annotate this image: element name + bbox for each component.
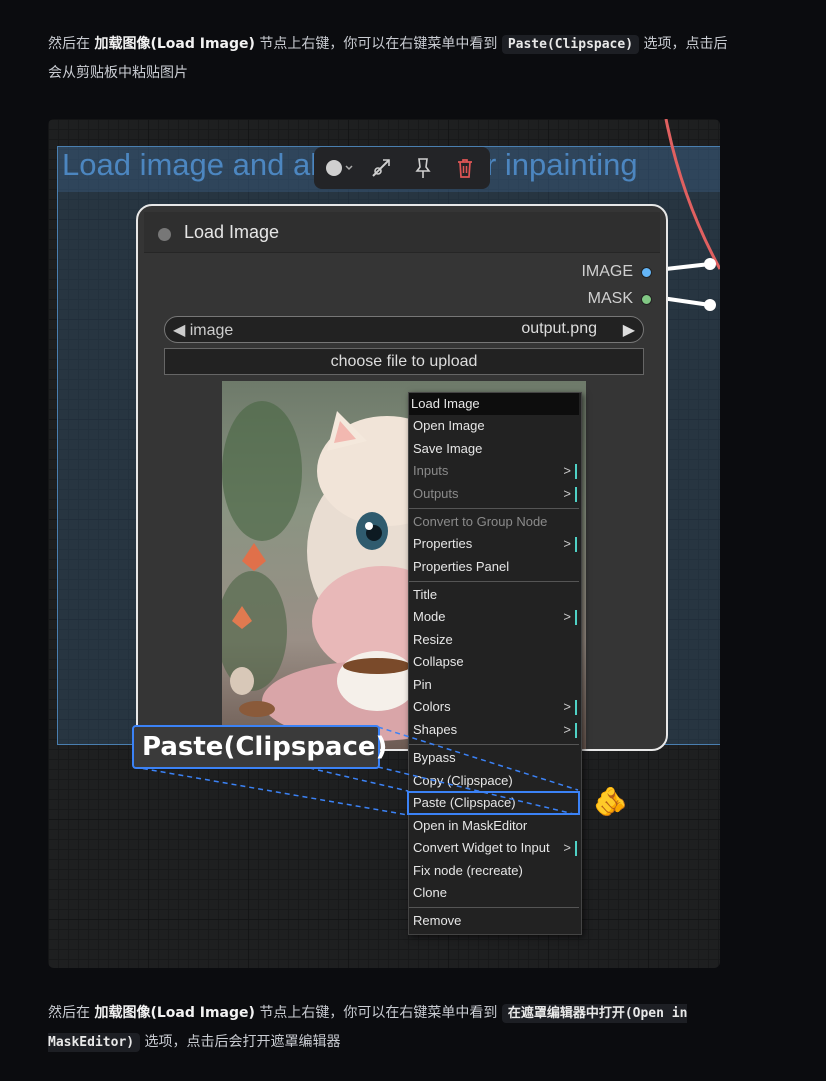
output-image[interactable]: IMAGE xyxy=(581,263,652,281)
menu-separator xyxy=(409,744,579,745)
inline-code: Paste(Clipspace) xyxy=(501,35,640,54)
node-name-bold: 加载图像(Load Image) xyxy=(94,1005,255,1021)
menu-item-bypass[interactable]: Bypass xyxy=(409,747,579,769)
bypass-icon[interactable] xyxy=(362,153,400,183)
paragraph-text: 节点上右键，你可以在右键菜单中看到 xyxy=(254,36,502,52)
pin-icon[interactable] xyxy=(404,153,442,183)
menu-item-outputs[interactable]: Outputs > xyxy=(409,483,579,505)
menu-item-convert-to-group-node[interactable]: Convert to Group Node xyxy=(409,511,579,533)
menu-item-shapes[interactable]: Shapes > xyxy=(409,719,579,741)
menu-separator xyxy=(409,907,579,908)
pointing-hand-icon: 🫵 xyxy=(593,785,628,818)
menu-title: Load Image xyxy=(409,393,579,415)
output-label: MASK xyxy=(587,290,633,307)
menu-item-mode[interactable]: Mode > xyxy=(409,606,579,628)
menu-item-collapse[interactable]: Collapse xyxy=(409,651,579,673)
paste-highlight-box xyxy=(407,791,580,815)
color-picker-icon[interactable] xyxy=(320,153,358,183)
node-title: Load Image xyxy=(184,222,280,242)
menu-item-properties-panel[interactable]: Properties Panel xyxy=(409,556,579,578)
node-header[interactable]: Load Image xyxy=(144,212,660,253)
upload-button[interactable]: choose file to upload xyxy=(164,348,644,375)
output-label: IMAGE xyxy=(581,263,633,280)
comfyui-canvas[interactable]: Load image and alpha mask for inpainting… xyxy=(48,119,720,968)
menu-item-pin[interactable]: Pin xyxy=(409,674,579,696)
menu-item-colors[interactable]: Colors > xyxy=(409,696,579,718)
menu-item-clone[interactable]: Clone xyxy=(409,882,579,904)
menu-item-remove[interactable]: Remove xyxy=(409,910,579,932)
output-socket[interactable] xyxy=(641,266,652,278)
instruction-paragraph-2: 然后在 加载图像(Load Image) 节点上右键，你可以在右键菜单中看到 在… xyxy=(48,999,728,1057)
paragraph-text: 选项，点击后会打开遮罩编辑器 xyxy=(140,1034,341,1050)
menu-item-copy-clipspace[interactable]: Copy (Clipspace) xyxy=(409,770,579,792)
context-menu: Load Image Open Image Save Image Inputs >… xyxy=(408,392,582,935)
paragraph-text: 节点上右键，你可以在右键菜单中看到 xyxy=(254,1005,502,1021)
menu-item-inputs[interactable]: Inputs > xyxy=(409,460,579,482)
selection-toolbar xyxy=(314,147,490,189)
delete-icon[interactable] xyxy=(446,153,484,183)
menu-separator xyxy=(409,508,579,509)
menu-item-open-image[interactable]: Open Image xyxy=(409,415,579,437)
paragraph-text: 然后在 xyxy=(48,1005,95,1021)
paste-clipspace-callout: Paste(Clipspace) xyxy=(132,725,387,769)
menu-item-open-in-maskeditor[interactable]: Open in MaskEditor xyxy=(409,815,579,837)
menu-item-resize[interactable]: Resize xyxy=(409,629,579,651)
menu-item-fix-node[interactable]: Fix node (recreate) xyxy=(409,860,579,882)
menu-item-properties[interactable]: Properties > xyxy=(409,533,579,555)
load-image-node[interactable]: Load Image IMAGE MASK ◀ image output.png… xyxy=(136,204,668,751)
menu-separator xyxy=(409,581,579,582)
instruction-paragraph-1: 然后在 加载图像(Load Image) 节点上右键，你可以在右键菜单中看到 P… xyxy=(48,30,728,88)
output-mask[interactable]: MASK xyxy=(588,290,652,308)
node-name-bold: 加载图像(Load Image) xyxy=(94,36,255,52)
combo-right-arrow[interactable]: ▶ xyxy=(623,320,635,340)
combo-left-arrow[interactable]: ◀ image xyxy=(173,320,233,340)
paragraph-text: 然后在 xyxy=(48,36,95,52)
collapse-dot[interactable] xyxy=(158,228,171,241)
menu-item-convert-widget-to-input[interactable]: Convert Widget to Input > xyxy=(409,837,579,859)
combo-value: output.png xyxy=(521,320,597,337)
menu-item-save-image[interactable]: Save Image xyxy=(409,438,579,460)
image-combo[interactable]: ◀ image output.png ▶ xyxy=(164,316,644,343)
menu-item-title[interactable]: Title xyxy=(409,584,579,606)
output-socket[interactable] xyxy=(641,293,652,305)
